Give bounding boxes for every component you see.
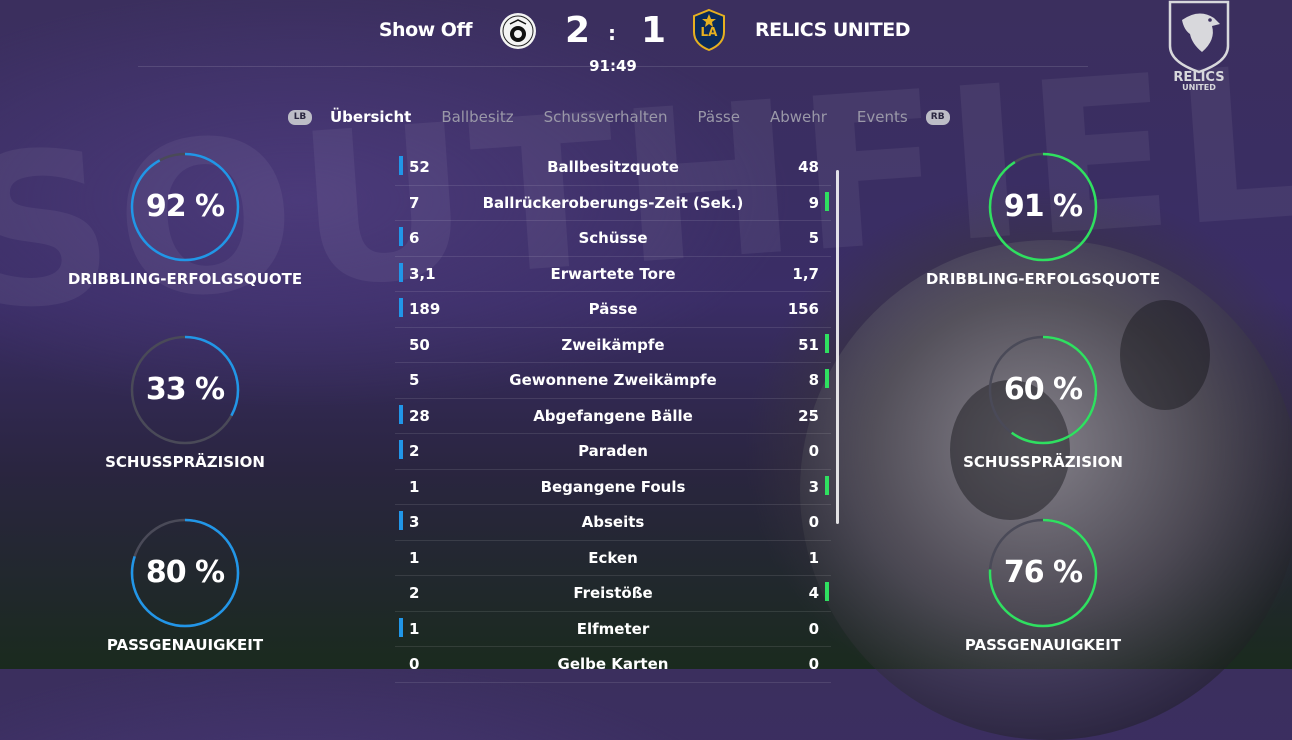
stat-away-value: 48 bbox=[798, 158, 819, 176]
tab-uebersicht[interactable]: Übersicht bbox=[330, 108, 411, 126]
stat-label: Ballbesitzquote bbox=[547, 158, 679, 176]
stat-row: 52 Ballbesitzquote 48 bbox=[395, 150, 831, 186]
stat-away-value: 9 bbox=[808, 193, 819, 212]
stat-row: 1 Begangene Fouls 3 bbox=[395, 470, 831, 505]
stat-away-value: 5 bbox=[808, 229, 819, 247]
stat-away-value: 0 bbox=[808, 619, 819, 638]
tab-events[interactable]: Events bbox=[857, 108, 908, 126]
home-team-name: Show Off bbox=[378, 19, 473, 41]
gauge-label: PASSGENAUIGKEIT bbox=[106, 636, 264, 654]
background-ball-graphic bbox=[800, 240, 1292, 740]
gauge-label: SCHUSSPRÄZISION bbox=[105, 453, 265, 471]
stat-label: Zweikämpfe bbox=[561, 335, 665, 354]
stat-label: Abseits bbox=[581, 513, 645, 531]
stat-row: 50 Zweikämpfe 51 bbox=[395, 328, 831, 363]
gauge-label: DRIBBLING-ERFOLGSQUOTE bbox=[67, 270, 303, 288]
stat-label: Schüsse bbox=[578, 229, 648, 247]
home-score: 2 bbox=[565, 10, 591, 51]
stat-away-value: 8 bbox=[808, 371, 819, 389]
stat-away-value: 4 bbox=[808, 584, 819, 602]
away-score: 1 bbox=[641, 10, 667, 51]
relics-united-logo: RELICS UNITED bbox=[1168, 0, 1230, 92]
svg-text:UNITED: UNITED bbox=[1182, 83, 1216, 92]
away-shot-accuracy-gauge: 60 % bbox=[988, 335, 1098, 445]
stat-row: 1 Elfmeter 0 bbox=[395, 612, 831, 647]
stat-label: Abgefangene Bälle bbox=[533, 406, 693, 425]
stats-scrollbar[interactable] bbox=[836, 170, 839, 524]
stat-row: 3 Abseits 0 bbox=[395, 505, 831, 541]
stat-label: Gewonnene Zweikämpfe bbox=[509, 371, 717, 389]
stat-row: 5 Gewonnene Zweikämpfe 8 bbox=[395, 363, 831, 399]
divider bbox=[138, 66, 1088, 67]
stat-row: 7 Ballrückeroberungs-Zeit (Sek.) 9 bbox=[395, 186, 831, 221]
tab-abwehr[interactable]: Abwehr bbox=[770, 108, 827, 126]
away-pass-accuracy-gauge: 76 % bbox=[988, 518, 1098, 628]
stats-table: 52 Ballbesitzquote 48 7 Ballrückeroberungs-Z… bbox=[395, 150, 831, 683]
home-dribbling-gauge: 92 % bbox=[130, 152, 240, 262]
stat-label: Paraden bbox=[578, 442, 648, 460]
gauge-label: SCHUSSPRÄZISION bbox=[963, 453, 1123, 471]
away-team-crest-icon: LA bbox=[693, 8, 725, 52]
stat-away-value: 25 bbox=[798, 406, 819, 425]
stat-label: Pässe bbox=[588, 300, 638, 318]
stat-label: Gelbe Karten bbox=[557, 655, 669, 673]
stat-away-value: 0 bbox=[808, 442, 819, 460]
stat-row: 2 Paraden 0 bbox=[395, 434, 831, 470]
stat-label: Elfmeter bbox=[576, 619, 650, 638]
stat-label: Erwartete Tore bbox=[550, 264, 676, 283]
stat-row: 0 Gelbe Karten 0 bbox=[395, 647, 831, 683]
home-pass-accuracy-gauge: 80 % bbox=[130, 518, 240, 628]
stat-away-value: 156 bbox=[787, 300, 819, 318]
tab-ballbesitz[interactable]: Ballbesitz bbox=[441, 108, 513, 126]
stat-away-value: 1 bbox=[808, 548, 819, 567]
stat-row: 1 Ecken 1 bbox=[395, 541, 831, 576]
stat-row: 6 Schüsse 5 bbox=[395, 221, 831, 257]
stat-label: Freistöße bbox=[573, 584, 653, 602]
score-separator: : bbox=[608, 21, 616, 45]
away-team-name: RELICS UNITED bbox=[755, 19, 911, 41]
stat-away-value: 1,7 bbox=[792, 264, 819, 283]
stat-row: 28 Abgefangene Bälle 25 bbox=[395, 399, 831, 434]
away-dribbling-gauge: 91 % bbox=[988, 152, 1098, 262]
gauge-label: PASSGENAUIGKEIT bbox=[964, 636, 1122, 654]
stats-tab-bar: LB Übersicht Ballbesitz Schussverhalten … bbox=[288, 106, 950, 128]
lb-button-hint[interactable]: LB bbox=[288, 109, 312, 125]
svg-text:LA: LA bbox=[701, 25, 719, 39]
home-team-crest-icon bbox=[500, 13, 536, 49]
stat-label: Ecken bbox=[588, 548, 638, 567]
gauge-value: 91 % bbox=[1003, 189, 1083, 224]
home-shot-accuracy-gauge: 33 % bbox=[130, 335, 240, 445]
stat-label: Begangene Fouls bbox=[540, 477, 686, 496]
gauge-value: 60 % bbox=[1003, 372, 1083, 407]
gauge-value: 92 % bbox=[145, 189, 225, 224]
stat-away-value: 3 bbox=[808, 477, 819, 496]
stat-row: 189 Pässe 156 bbox=[395, 292, 831, 328]
stat-away-value: 0 bbox=[808, 655, 819, 673]
gauge-value: 76 % bbox=[1003, 555, 1083, 590]
stat-row: 3,1 Erwartete Tore 1,7 bbox=[395, 257, 831, 292]
scoreboard-header: Show Off 2 : 1 LA RELICS UNITED 91:49 bbox=[0, 0, 1292, 75]
stat-away-value: 51 bbox=[798, 335, 819, 354]
gauge-label: DRIBBLING-ERFOLGSQUOTE bbox=[925, 270, 1161, 288]
stat-row: 2 Freistöße 4 bbox=[395, 576, 831, 612]
rb-button-hint[interactable]: RB bbox=[925, 109, 950, 125]
gauge-value: 33 % bbox=[145, 372, 225, 407]
tab-paesse[interactable]: Pässe bbox=[698, 108, 740, 126]
stat-away-value: 0 bbox=[808, 513, 819, 531]
tab-schussverhalten[interactable]: Schussverhalten bbox=[544, 108, 668, 126]
stat-label: Ballrückeroberungs-Zeit (Sek.) bbox=[482, 193, 744, 212]
gauge-value: 80 % bbox=[145, 555, 225, 590]
